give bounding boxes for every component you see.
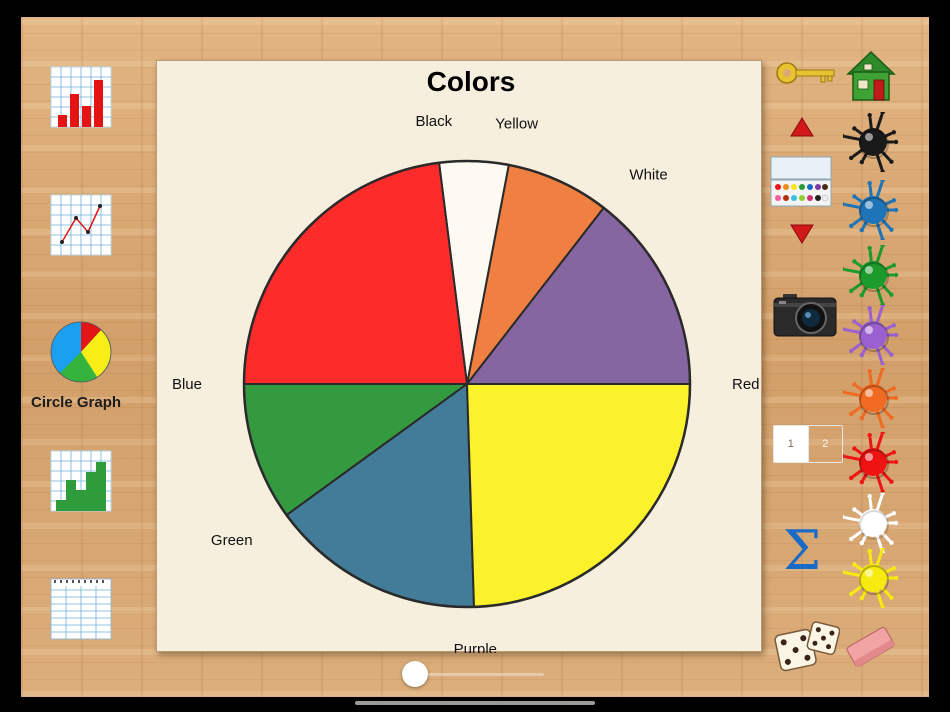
pie-label-blue: Blue (172, 376, 202, 393)
line-graph-button[interactable] (50, 194, 112, 256)
paint-green-button[interactable] (843, 245, 903, 305)
eraser-icon (846, 626, 895, 667)
pie-slice-black (242, 161, 469, 385)
page-2-button[interactable]: 2 (807, 426, 843, 462)
chart-title: Colors (427, 66, 516, 97)
chart-paper: Colors Red White Yellow Black Blue Green Purpl… (156, 60, 762, 658)
histogram-button[interactable] (50, 450, 112, 512)
triangle-up-icon (790, 117, 814, 137)
paint-splat-icon (843, 180, 899, 240)
paint-splat-icon (843, 245, 899, 305)
paint-splat-icon (843, 368, 899, 428)
pie-slice-purple (465, 383, 692, 608)
table-button[interactable] (50, 578, 112, 640)
dice-button[interactable] (774, 614, 840, 676)
home-indicator (355, 701, 595, 705)
pie-label-red: Red (732, 376, 760, 393)
bar-graph-button[interactable] (50, 66, 112, 128)
home-button[interactable] (846, 50, 896, 102)
house-icon (846, 50, 896, 101)
paint-palette-button[interactable] (770, 156, 832, 208)
paint-orange-button[interactable] (843, 368, 903, 428)
paint-purple-button[interactable] (843, 305, 903, 365)
triangle-down-icon (790, 224, 814, 244)
histogram-icon (50, 450, 112, 512)
table-icon (50, 578, 112, 640)
camera-icon (773, 294, 837, 337)
slider-track[interactable] (414, 673, 544, 676)
paint-splat-icon (843, 305, 899, 365)
paint-white-button[interactable] (843, 493, 903, 553)
paint-splat-icon (843, 493, 899, 553)
dice-icon (774, 621, 840, 672)
paint-splat-icon (843, 112, 899, 172)
circle-graph-button[interactable] (50, 321, 112, 383)
line-graph-icon (50, 194, 112, 256)
key-icon (776, 62, 835, 84)
camera-button[interactable] (773, 293, 837, 337)
paint-splat-icon (843, 548, 899, 608)
pie-label-purple: Purple (454, 641, 497, 653)
paint-splat-icon (843, 432, 899, 492)
slider-knob[interactable] (402, 661, 428, 687)
pie-label-green: Green (211, 532, 253, 549)
pie-label-black: Black (415, 113, 452, 130)
circle-graph-label: Circle Graph (30, 394, 122, 411)
page-1-button[interactable]: 1 (774, 426, 808, 462)
paint-blue-button[interactable] (843, 180, 903, 240)
sum-icon[interactable]: Σ (783, 524, 821, 578)
pie-chart: Colors Red White Yellow Black Blue Green Purpl… (172, 66, 760, 658)
pie-chart-icon (50, 321, 112, 383)
watercolor-palette-icon (770, 156, 832, 207)
scroll-down-button[interactable] (789, 223, 815, 245)
bar-graph-icon (50, 66, 112, 128)
pie-label-white: White (629, 167, 667, 184)
page-toggle[interactable]: 1 2 (773, 425, 843, 463)
paint-black-button[interactable] (843, 112, 903, 172)
key-button[interactable] (775, 58, 837, 88)
eraser-button[interactable] (844, 620, 896, 672)
scroll-up-button[interactable] (789, 116, 815, 138)
paint-yellow-button[interactable] (843, 548, 903, 608)
pie-label-yellow: Yellow (495, 116, 538, 133)
paint-red-button[interactable] (843, 432, 903, 492)
